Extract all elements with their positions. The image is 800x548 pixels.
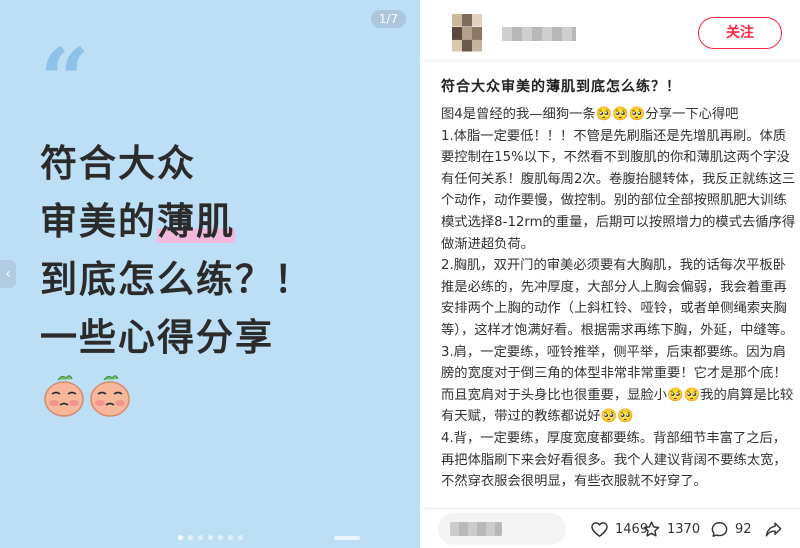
- author-name-blurred[interactable]: [502, 27, 576, 41]
- previous-image-button[interactable]: ‹: [0, 260, 16, 288]
- post-paragraph: 4.背，一定要练，厚度宽度都要练。背部细节丰富了之后，再把体脂刷下来会好看很多。…: [441, 430, 787, 490]
- cover-title-line: 符合大众: [40, 142, 196, 185]
- follow-button[interactable]: 关注: [698, 17, 782, 49]
- carousel-dot[interactable]: [237, 535, 243, 540]
- comment-button[interactable]: 92: [710, 519, 752, 539]
- like-button[interactable]: 1469: [590, 519, 648, 539]
- divider: [420, 60, 800, 61]
- cover-title-line: 到底怎么练？！: [40, 258, 313, 301]
- cover-title-line: 审美的薄肌: [40, 200, 235, 243]
- post-title: 符合大众审美的薄肌到底怎么练？！: [441, 79, 681, 95]
- author-row: 关注: [440, 14, 782, 54]
- carousel-dot[interactable]: [177, 535, 183, 540]
- carousel-dot[interactable]: [187, 535, 193, 540]
- post-detail-panel: 关注 符合大众审美的薄肌到底怎么练？！ 图4是曾经的我—细狗一条🥺🥺🥺分享一下心…: [420, 0, 800, 548]
- post-paragraph: 图4是曾经的我—细狗一条🥺🥺🥺分享一下心得吧: [441, 107, 739, 122]
- cover-highlight-word: 薄肌: [157, 200, 235, 243]
- image-page-counter: 1/7: [370, 10, 406, 28]
- comment-count: 92: [735, 521, 752, 537]
- peach-face-emoji-icon: [44, 375, 84, 417]
- share-button[interactable]: [764, 519, 783, 539]
- scroll-indicator: [334, 536, 360, 540]
- comment-input[interactable]: [438, 513, 566, 545]
- carousel-dot[interactable]: [207, 535, 213, 540]
- avatar[interactable]: [452, 14, 482, 52]
- post-paragraph: 1.体脂一定要低！！！不管是先刷脂还是先增肌再刷。体质要控制在15%以下，不然看…: [441, 128, 796, 252]
- comment-placeholder-blurred: [450, 522, 502, 536]
- carousel-dot[interactable]: [197, 535, 203, 540]
- share-arrow-icon: [765, 521, 782, 537]
- cover-title: 符合大众 审美的薄肌 到底怎么练？！ 一些心得分享: [40, 135, 313, 367]
- heart-icon: [591, 521, 608, 537]
- carousel-dot[interactable]: [227, 535, 233, 540]
- star-icon: [643, 521, 660, 537]
- sticker-faces: [42, 372, 132, 418]
- post-body: 图4是曾经的我—细狗一条🥺🥺🥺分享一下心得吧 1.体脂一定要低！！！不管是先刷脂…: [441, 104, 798, 500]
- comment-bubble-icon: [711, 521, 728, 537]
- quote-mark-decoration: “: [40, 30, 90, 131]
- collect-button[interactable]: 1370: [642, 519, 700, 539]
- engagement-bar: 1469 1370 92: [420, 508, 800, 548]
- collect-count: 1370: [667, 521, 701, 537]
- post-paragraph: 3.肩，一定要练，哑铃推举，侧平举，后束都要练。因为肩膀的宽度对于倒三角的体型非…: [441, 344, 794, 425]
- peach-face-emoji-icon: [90, 375, 130, 417]
- carousel-dot[interactable]: [217, 535, 223, 540]
- cover-title-line: 一些心得分享: [40, 316, 274, 359]
- post-image-carousel[interactable]: 1/7 “ 符合大众 审美的薄肌 到底怎么练？！ 一些心得分享 ‹: [0, 0, 420, 548]
- post-paragraph: 2.胸肌，双开门的审美必须要有大胸肌，我的话每次平板卧推是必练的，先冲厚度，大部…: [441, 258, 794, 338]
